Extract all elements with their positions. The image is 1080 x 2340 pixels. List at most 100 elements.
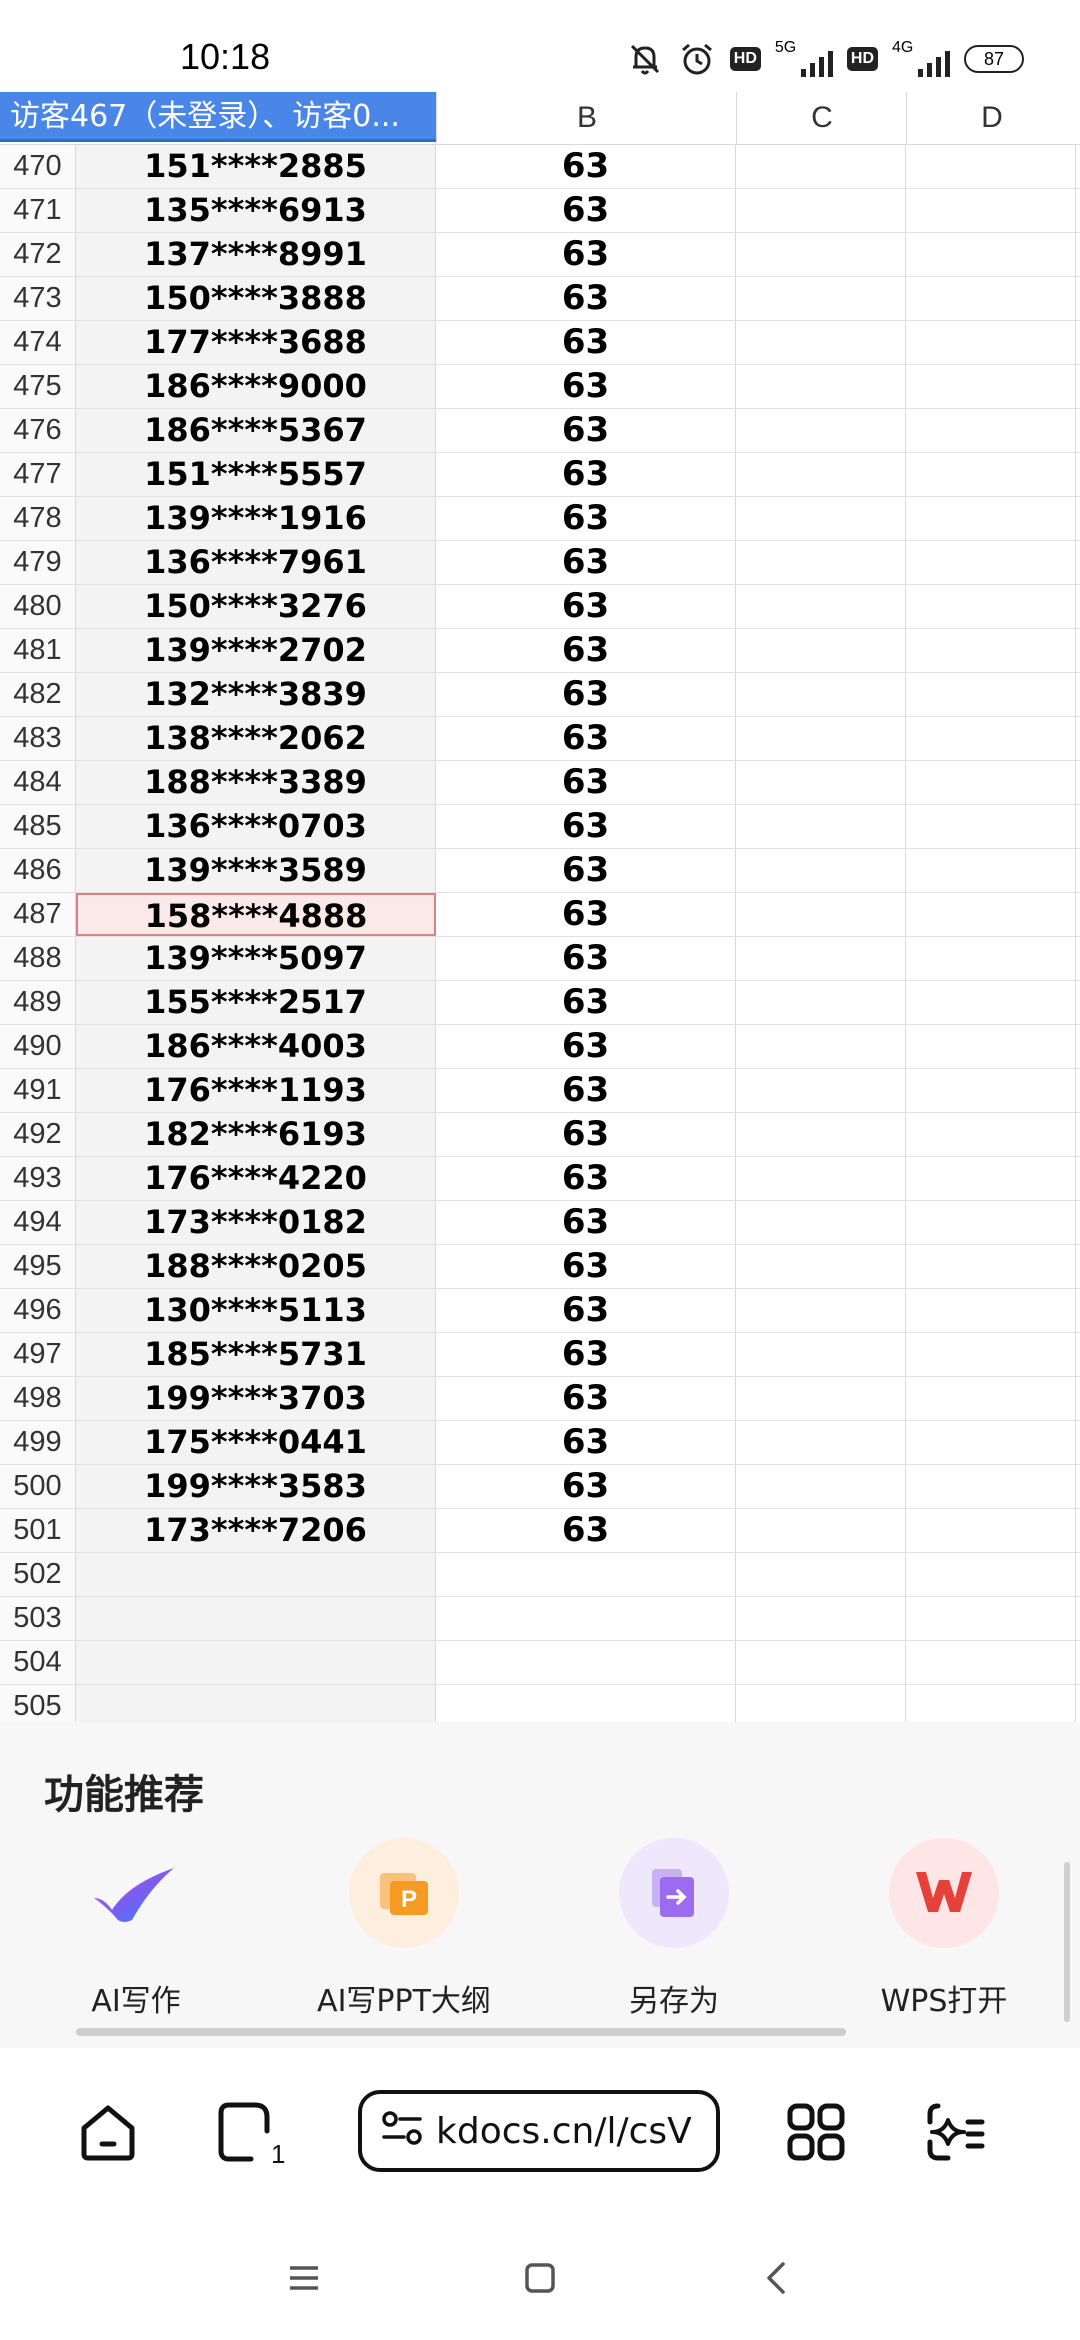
cell-d[interactable] — [906, 761, 1076, 804]
row-number[interactable]: 471 — [0, 189, 76, 232]
cell-b[interactable]: 63 — [436, 1245, 736, 1288]
cell-d[interactable] — [906, 321, 1076, 364]
cell-c[interactable] — [736, 1025, 906, 1068]
cell-b[interactable]: 63 — [436, 629, 736, 672]
cell-d[interactable] — [906, 937, 1076, 980]
cell-a[interactable]: 150****3276 — [76, 585, 436, 628]
cell-b[interactable]: 63 — [436, 1157, 736, 1200]
cell-b[interactable]: 63 — [436, 1421, 736, 1464]
row-number[interactable]: 472 — [0, 233, 76, 276]
cell-b[interactable]: 63 — [436, 717, 736, 760]
cell-c[interactable] — [736, 629, 906, 672]
cell-c[interactable] — [736, 1421, 906, 1464]
cell-a[interactable]: 137****8991 — [76, 233, 436, 276]
cell-d[interactable] — [906, 1597, 1076, 1640]
cell-d[interactable] — [906, 1421, 1076, 1464]
row-number[interactable]: 473 — [0, 277, 76, 320]
cell-d[interactable] — [906, 1245, 1076, 1288]
cell-d[interactable] — [906, 1289, 1076, 1332]
cell-a[interactable] — [76, 1553, 436, 1596]
cell-c[interactable] — [736, 189, 906, 232]
cell-b[interactable]: 63 — [436, 1289, 736, 1332]
row-number[interactable]: 503 — [0, 1597, 76, 1640]
cell-c[interactable] — [736, 1597, 906, 1640]
cell-a[interactable]: 199****3703 — [76, 1377, 436, 1420]
cell-d[interactable] — [906, 1377, 1076, 1420]
cell-c[interactable] — [736, 321, 906, 364]
cell-b[interactable]: 63 — [436, 1509, 736, 1552]
cell-b[interactable]: 63 — [436, 189, 736, 232]
ai-assistant-icon[interactable] — [916, 2092, 996, 2172]
row-number[interactable]: 478 — [0, 497, 76, 540]
cell-c[interactable] — [736, 717, 906, 760]
cell-b[interactable] — [436, 1553, 736, 1596]
cell-b[interactable]: 63 — [436, 1333, 736, 1376]
cell-d[interactable] — [906, 1069, 1076, 1112]
cell-a[interactable]: 173****0182 — [76, 1201, 436, 1244]
row-number[interactable]: 479 — [0, 541, 76, 584]
cell-a[interactable]: 182****6193 — [76, 1113, 436, 1156]
cell-a[interactable]: 136****0703 — [76, 805, 436, 848]
cell-c[interactable] — [736, 453, 906, 496]
url-bar[interactable]: kdocs.cn/l/csV — [358, 2090, 720, 2172]
cell-b[interactable]: 63 — [436, 673, 736, 716]
cell-b[interactable]: 63 — [436, 1113, 736, 1156]
row-number[interactable]: 502 — [0, 1553, 76, 1596]
cell-a[interactable]: 176****4220 — [76, 1157, 436, 1200]
row-number[interactable]: 486 — [0, 849, 76, 892]
cell-d[interactable] — [906, 673, 1076, 716]
cell-d[interactable] — [906, 585, 1076, 628]
row-number[interactable]: 476 — [0, 409, 76, 452]
cell-d[interactable] — [906, 849, 1076, 892]
cell-a[interactable]: 130****5113 — [76, 1289, 436, 1332]
row-number[interactable]: 484 — [0, 761, 76, 804]
cell-d[interactable] — [906, 497, 1076, 540]
cell-c[interactable] — [736, 761, 906, 804]
cell-d[interactable] — [906, 1465, 1076, 1508]
back-icon[interactable] — [746, 2248, 806, 2308]
spreadsheet[interactable]: 访客467（未登录）、访客0... B C D 470 151****2885 63… — [0, 92, 1080, 1773]
cell-b[interactable]: 63 — [436, 1377, 736, 1420]
row-number[interactable]: 497 — [0, 1333, 76, 1376]
cell-d[interactable] — [906, 629, 1076, 672]
cell-b[interactable] — [436, 1641, 736, 1684]
cell-c[interactable] — [736, 1245, 906, 1288]
cell-c[interactable] — [736, 1157, 906, 1200]
cell-c[interactable] — [736, 805, 906, 848]
cell-a[interactable]: 151****5557 — [76, 453, 436, 496]
row-number[interactable]: 470 — [0, 145, 76, 188]
row-number[interactable]: 474 — [0, 321, 76, 364]
feature-wps-open[interactable]: WPS打开 — [844, 1838, 1044, 2020]
cell-d[interactable] — [906, 1641, 1076, 1684]
cell-c[interactable] — [736, 1377, 906, 1420]
row-number[interactable]: 475 — [0, 365, 76, 408]
cell-d[interactable] — [906, 893, 1076, 936]
cell-b[interactable]: 63 — [436, 1201, 736, 1244]
apps-grid-icon[interactable] — [776, 2092, 856, 2172]
row-number[interactable]: 495 — [0, 1245, 76, 1288]
row-number[interactable]: 501 — [0, 1509, 76, 1552]
cell-a[interactable]: 139****5097 — [76, 937, 436, 980]
cell-c[interactable] — [736, 585, 906, 628]
cell-a[interactable]: 150****3888 — [76, 277, 436, 320]
collaborator-selection-label[interactable]: 访客467（未登录）、访客0... — [0, 92, 436, 142]
column-header-c[interactable]: C — [736, 92, 907, 144]
cell-a[interactable]: 138****2062 — [76, 717, 436, 760]
cell-c[interactable] — [736, 1069, 906, 1112]
cell-d[interactable] — [906, 277, 1076, 320]
cell-b[interactable]: 63 — [436, 277, 736, 320]
column-header-b[interactable]: B — [436, 92, 737, 144]
cell-d[interactable] — [906, 1157, 1076, 1200]
cell-a[interactable]: 139****2702 — [76, 629, 436, 672]
cell-c[interactable] — [736, 1113, 906, 1156]
cell-c[interactable] — [736, 497, 906, 540]
cell-a[interactable]: 188****3389 — [76, 761, 436, 804]
cell-c[interactable] — [736, 1553, 906, 1596]
cell-c[interactable] — [736, 1509, 906, 1552]
site-settings-icon[interactable] — [380, 2109, 424, 2153]
cell-c[interactable] — [736, 1465, 906, 1508]
row-number[interactable]: 492 — [0, 1113, 76, 1156]
horizontal-scrollbar[interactable] — [76, 2028, 846, 2036]
row-number[interactable]: 498 — [0, 1377, 76, 1420]
cell-c[interactable] — [736, 541, 906, 584]
